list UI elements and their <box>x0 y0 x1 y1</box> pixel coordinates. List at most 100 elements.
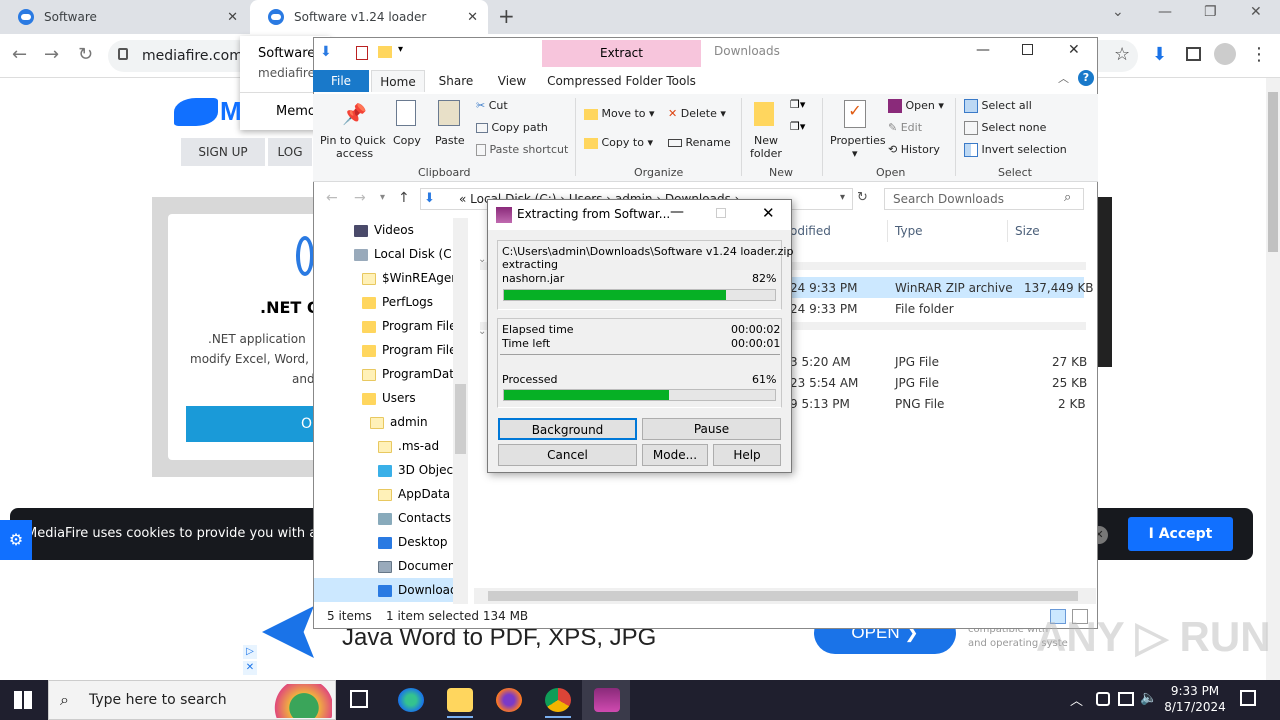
explorer-search-box[interactable]: Search Downloads <box>884 188 1084 210</box>
tree-item-users[interactable]: Users <box>362 386 416 410</box>
tree-item-contacts[interactable]: Contacts <box>378 506 451 530</box>
windows-start-icon[interactable] <box>14 691 32 709</box>
help-icon[interactable]: ? <box>1078 70 1094 86</box>
column-size[interactable]: Size <box>1015 224 1040 238</box>
cookie-settings-gear-icon[interactable]: ⚙ <box>0 520 32 560</box>
delete-button[interactable]: ✕ Delete ▾ <box>668 107 726 120</box>
column-date-modified[interactable]: odified <box>790 224 831 238</box>
new-folder-qat-icon[interactable] <box>378 46 392 58</box>
accept-cookies-button[interactable]: I Accept <box>1128 517 1233 551</box>
history-button[interactable]: ⟲ History <box>888 143 940 156</box>
pause-button[interactable]: Pause <box>642 418 781 440</box>
bookmark-star-icon[interactable]: ☆ <box>1114 44 1130 65</box>
explorer-close-button[interactable]: ✕ <box>1068 42 1080 58</box>
download-icon[interactable]: ⬇ <box>1152 44 1167 65</box>
network-icon[interactable] <box>1118 692 1134 706</box>
dialog-close-button[interactable]: ✕ <box>762 204 775 222</box>
properties-dropdown-icon[interactable]: ▾ <box>852 147 858 160</box>
copy-button[interactable]: Copy <box>393 134 421 147</box>
file-explorer-taskbar-icon[interactable] <box>447 688 473 712</box>
tray-app-icon[interactable] <box>1096 692 1110 706</box>
browser-tab-software-loader[interactable]: Software v1.24 loader ✕ <box>250 0 488 34</box>
ad-choices-icon[interactable]: ▷ <box>243 645 257 659</box>
task-view-icon[interactable] <box>350 690 368 708</box>
cut-button[interactable]: ✂ Cut <box>476 99 508 112</box>
new-folder-button[interactable]: New <box>754 134 778 147</box>
tab-file[interactable]: File <box>313 70 369 92</box>
tree-item-3d-objects[interactable]: 3D Objects <box>378 458 464 482</box>
show-hidden-icons-chevron-icon[interactable]: ︿ <box>1070 690 1083 709</box>
explorer-minimize-button[interactable]: — <box>976 42 990 58</box>
menu-kebab-icon[interactable]: ⋮ <box>1250 44 1268 65</box>
minimize-button[interactable]: — <box>1158 4 1172 20</box>
page-scrollbar[interactable] <box>1266 78 1280 680</box>
tree-item-videos[interactable]: Videos <box>354 218 414 242</box>
tree-item-programdata[interactable]: ProgramData <box>362 362 461 386</box>
winrar-taskbar-icon[interactable] <box>594 688 620 712</box>
side-panel-icon[interactable] <box>1186 47 1201 61</box>
chrome-icon[interactable] <box>545 688 571 712</box>
dialog-minimize-button[interactable]: — <box>670 204 684 220</box>
qat-dropdown-icon[interactable]: ▾ <box>398 44 403 55</box>
address-dropdown-icon[interactable]: ▾ <box>840 192 845 203</box>
select-none-button[interactable]: Select none <box>964 121 1046 135</box>
invert-selection-button[interactable]: Invert selection <box>964 143 1067 157</box>
edit-button[interactable]: ✎ Edit <box>888 121 922 134</box>
tree-item-local-disk[interactable]: Local Disk (C:) <box>354 242 460 266</box>
easy-access-icon[interactable]: ❐▾ <box>790 120 812 134</box>
tab-close-icon[interactable]: ✕ <box>227 10 238 25</box>
pin-quick-access-button[interactable]: Pin to Quick <box>320 134 386 147</box>
mode-button[interactable]: Mode... <box>642 444 708 466</box>
new-tab-button[interactable]: + <box>498 4 515 28</box>
reload-icon[interactable]: ↻ <box>78 44 93 65</box>
move-to-button[interactable]: Move to ▾ <box>584 107 655 120</box>
back-arrow-icon[interactable]: ← <box>326 190 338 206</box>
tree-item-program-files[interactable]: Program Files <box>362 314 463 338</box>
select-all-button[interactable]: Select all <box>964 99 1032 113</box>
tree-item-downloads[interactable]: Downloads <box>378 578 464 602</box>
card-cta-button[interactable]: O <box>186 406 316 442</box>
restore-button[interactable]: ❐ <box>1204 4 1217 20</box>
tab-compressed-folder-tools[interactable]: Compressed Folder Tools <box>542 70 701 92</box>
paste-button[interactable]: Paste <box>435 134 465 147</box>
forward-arrow-icon[interactable]: → <box>354 190 366 206</box>
close-window-button[interactable]: ✕ <box>1250 4 1262 20</box>
refresh-icon[interactable]: ↻ <box>857 190 868 205</box>
tab-search-chevron-icon[interactable]: ⌄ <box>1112 4 1124 20</box>
tree-item-appdata[interactable]: AppData <box>378 482 450 506</box>
tree-item-ms-ad[interactable]: .ms-ad <box>378 434 439 458</box>
taskbar-clock[interactable]: 9:33 PM 8/17/2024 <box>1160 683 1230 715</box>
profile-avatar-icon[interactable] <box>1214 43 1236 65</box>
paste-shortcut-button[interactable]: Paste shortcut <box>476 143 568 156</box>
volume-icon[interactable]: 🔈 <box>1140 690 1157 706</box>
notifications-icon[interactable] <box>1240 690 1256 706</box>
rename-button[interactable]: Rename <box>668 136 731 149</box>
scrollbar-thumb[interactable] <box>1268 92 1278 252</box>
edge-browser-icon[interactable] <box>398 688 424 712</box>
properties-qat-icon[interactable] <box>356 46 368 60</box>
tree-item-winreagent[interactable]: $WinREAgent <box>362 266 464 290</box>
tree-item-perflogs[interactable]: PerfLogs <box>362 290 433 314</box>
collapse-ribbon-icon[interactable]: ︿ <box>1058 70 1069 86</box>
cancel-button[interactable]: Cancel <box>498 444 637 466</box>
ad-close-icon[interactable]: ✕ <box>243 661 257 675</box>
tab-close-icon[interactable]: ✕ <box>467 10 478 25</box>
firefox-icon[interactable] <box>496 688 522 712</box>
forward-arrow-icon[interactable]: → <box>44 44 59 65</box>
tree-item-admin[interactable]: admin <box>370 410 428 434</box>
tab-home[interactable]: Home <box>371 70 425 92</box>
explorer-maximize-button[interactable] <box>1022 44 1033 55</box>
recent-dropdown-icon[interactable]: ▾ <box>380 192 385 203</box>
login-button[interactable]: LOG <box>268 138 312 166</box>
back-arrow-icon[interactable]: ← <box>12 44 27 65</box>
signup-button[interactable]: SIGN UP <box>181 138 265 166</box>
open-button[interactable]: Open ▾ <box>888 99 944 113</box>
tree-item-desktop[interactable]: Desktop <box>378 530 448 554</box>
up-arrow-icon[interactable]: ↑ <box>398 190 410 206</box>
copy-to-button[interactable]: Copy to ▾ <box>584 136 653 149</box>
horizontal-scrollbar-thumb[interactable] <box>488 591 1078 601</box>
tab-view[interactable]: View <box>486 70 538 92</box>
column-type[interactable]: Type <box>895 224 923 238</box>
browser-tab-software[interactable]: Software ✕ <box>0 0 248 34</box>
copy-path-button[interactable]: Copy path <box>476 121 548 134</box>
